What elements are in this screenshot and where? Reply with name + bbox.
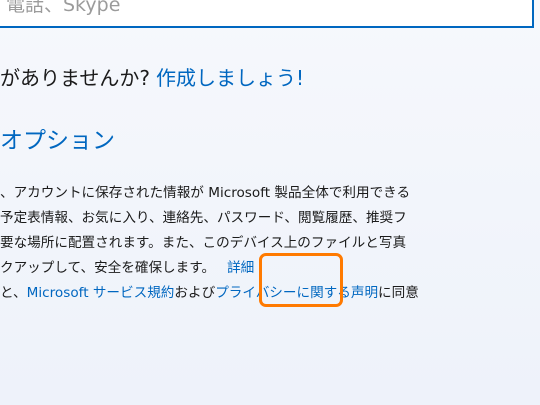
account-input-text: 電話、Skype [6, 0, 121, 16]
create-account-link[interactable]: 作成しましょう! [156, 66, 304, 90]
account-input-field[interactable]: 電話、Skype [0, 0, 534, 28]
details-link-highlight [259, 253, 343, 307]
details-link[interactable]: 詳細 [227, 260, 254, 276]
no-account-prompt: がありませんか? 作成しましょう! [0, 62, 304, 91]
description-line-1: 、アカウントに保存された情報が Microsoft 製品全体で利用できる [0, 185, 411, 201]
microsoft-services-agreement-link[interactable]: Microsoft サービス規約 [27, 285, 175, 301]
terms-prefix: と、 [0, 285, 27, 301]
backup-text: クアップして、安全を確保します。 [0, 260, 216, 276]
description-line-2: 予定表情報、お気に入り、連絡先、パスワード、閲覧履歴、推奨フ [0, 210, 407, 226]
no-account-text: がありませんか? [0, 66, 151, 90]
terms-suffix: に同意 [378, 285, 419, 301]
terms-and-text: および [174, 285, 216, 301]
options-section-title: オプション [0, 128, 115, 154]
